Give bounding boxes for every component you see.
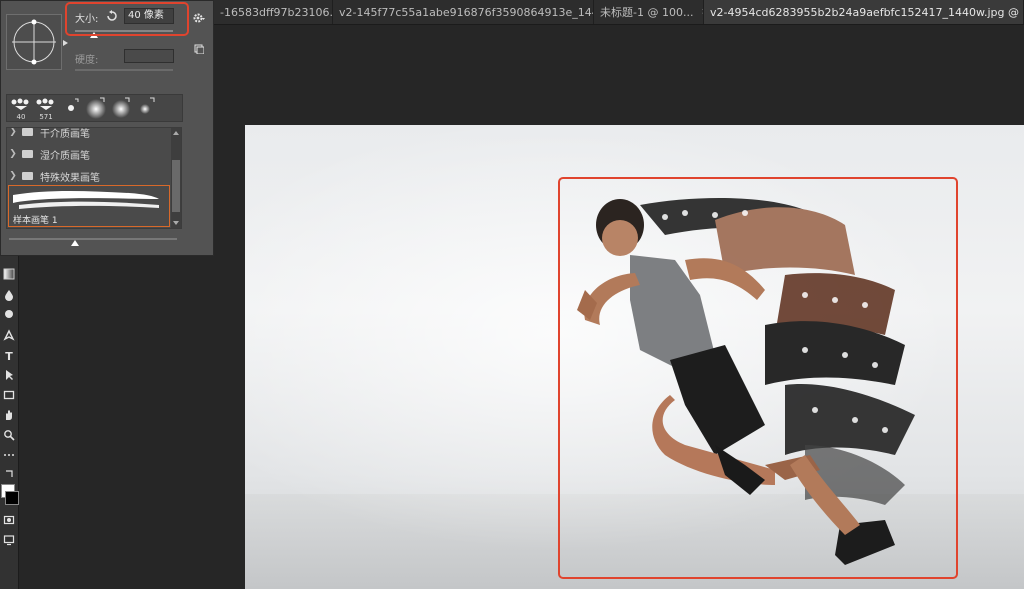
hardness-slider-track bbox=[75, 69, 173, 71]
document-canvas[interactable] bbox=[245, 125, 1024, 589]
hardness-input bbox=[124, 49, 174, 63]
scroll-down-icon[interactable] bbox=[173, 221, 179, 225]
brush-list-scrollbar[interactable] bbox=[171, 128, 181, 228]
tab-document-3[interactable]: 未标题-1 @ 100... ✖ bbox=[594, 0, 704, 24]
brush-group-special-effects[interactable]: ❯ 特殊效果画笔 bbox=[7, 165, 171, 187]
tab-document-1[interactable]: -16583dff97b23106.jpg ✖ bbox=[214, 0, 333, 24]
brush-stroke-preview bbox=[13, 191, 159, 209]
tab-document-2[interactable]: v2-145f77c55a1abe916876f3590864913e_1440… bbox=[333, 0, 594, 24]
brush-preset-hard-small[interactable] bbox=[59, 96, 83, 121]
rectangle-tool-icon[interactable] bbox=[1, 389, 17, 405]
brush-angle-preview[interactable] bbox=[6, 14, 62, 70]
preset-number: 571 bbox=[39, 113, 53, 121]
chevron-right-icon[interactable]: ❯ bbox=[7, 149, 19, 159]
group-label: 特殊效果画笔 bbox=[40, 172, 100, 184]
chevron-right-icon[interactable]: ❯ bbox=[7, 171, 19, 181]
brush-preset-picker: 大小: 40 像素 硬度: 40 571 ❯ 干介质画笔 ❯ 湿介质画笔 ❯ 特… bbox=[0, 0, 214, 256]
dodge-tool-icon[interactable] bbox=[1, 308, 17, 324]
quick-mask-icon[interactable] bbox=[1, 514, 17, 530]
brush-preset-40[interactable]: 40 bbox=[9, 96, 33, 121]
group-label: 干介质画笔 bbox=[40, 128, 90, 140]
preview-size-slider-thumb[interactable] bbox=[71, 240, 79, 246]
preset-number: 40 bbox=[16, 113, 26, 121]
tab-label: 未标题-1 @ 100... bbox=[600, 6, 694, 19]
swap-colors-icon[interactable] bbox=[1, 468, 17, 484]
size-highlight-box bbox=[65, 2, 189, 36]
folder-icon bbox=[22, 172, 33, 180]
preview-size-slider-track[interactable] bbox=[9, 238, 177, 240]
brush-presets-list[interactable]: ❯ 干介质画笔 ❯ 湿介质画笔 ❯ 特殊效果画笔 样本画笔 1 bbox=[6, 127, 182, 229]
scroll-up-icon[interactable] bbox=[173, 131, 179, 135]
type-tool-icon[interactable]: T bbox=[1, 349, 17, 365]
brush-group-wet-media[interactable]: ❯ 湿介质画笔 bbox=[7, 143, 171, 165]
scrollbar-thumb[interactable] bbox=[172, 160, 180, 212]
tab-label: v2-145f77c55a1abe916876f3590864913e_1440… bbox=[339, 5, 593, 19]
background-color-swatch[interactable] bbox=[5, 491, 19, 505]
new-preset-icon[interactable] bbox=[194, 39, 205, 55]
tab-document-active[interactable]: v2-4954cd6283955b2b24a9aefbfc152417_1440… bbox=[704, 0, 1024, 24]
brush-preset-soft-large[interactable] bbox=[84, 96, 108, 121]
more-tools-icon[interactable] bbox=[1, 449, 17, 465]
tab-label: v2-4954cd6283955b2b24a9aefbfc152417_1440… bbox=[710, 6, 1023, 19]
arrow-right-icon bbox=[63, 40, 68, 46]
folder-icon bbox=[22, 150, 33, 158]
sample-brush-item[interactable]: 样本画笔 1 bbox=[8, 185, 170, 227]
recent-brushes: 40 571 bbox=[6, 94, 183, 122]
screen-mode-icon[interactable] bbox=[1, 534, 17, 550]
zoom-tool-icon[interactable] bbox=[1, 429, 17, 445]
path-selection-tool-icon[interactable] bbox=[1, 369, 17, 385]
tools-panel: T bbox=[0, 256, 19, 589]
brush-group-dry-media[interactable]: ❯ 干介质画笔 bbox=[7, 128, 171, 143]
subject-highlight-box bbox=[558, 177, 958, 579]
gear-icon[interactable] bbox=[192, 10, 206, 24]
brush-preset-571[interactable]: 571 bbox=[34, 96, 58, 121]
sample-brush-label: 样本画笔 1 bbox=[13, 216, 58, 226]
tab-label: -16583dff97b23106.jpg bbox=[220, 5, 333, 19]
hardness-label: 硬度: bbox=[75, 55, 99, 66]
brush-preset-soft-medium[interactable] bbox=[109, 96, 133, 121]
chevron-right-icon[interactable]: ❯ bbox=[7, 128, 19, 137]
blur-tool-icon[interactable] bbox=[1, 289, 17, 305]
pen-tool-icon[interactable] bbox=[1, 329, 17, 345]
hand-tool-icon[interactable] bbox=[1, 409, 17, 425]
folder-icon bbox=[22, 128, 33, 136]
brush-preset-soft-small[interactable] bbox=[134, 96, 158, 121]
gradient-tool-icon[interactable] bbox=[1, 268, 17, 284]
group-label: 湿介质画笔 bbox=[40, 150, 90, 162]
